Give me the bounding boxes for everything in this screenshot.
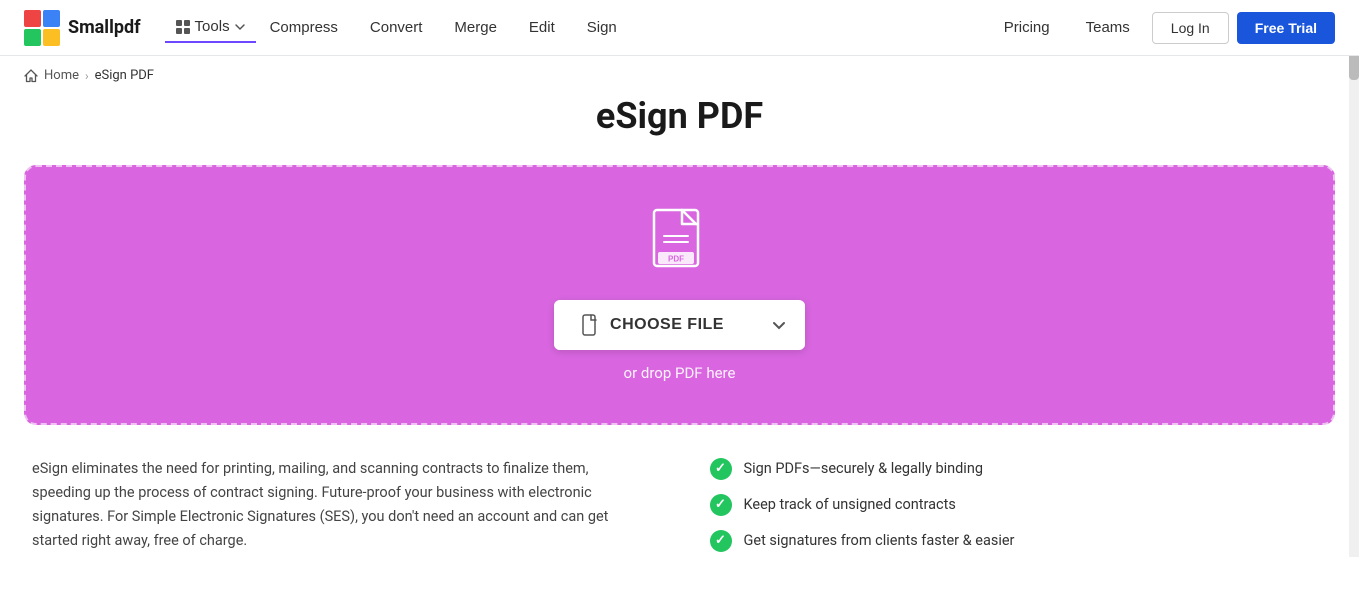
choose-file-label: CHOOSE FILE (610, 316, 724, 334)
drop-hint: or drop PDF here (624, 364, 736, 382)
drop-zone[interactable]: PDF CHOOSE FILE or drop PDF (24, 165, 1335, 425)
features-list: Sign PDFs—securely & legally binding Kee… (710, 457, 1328, 553)
file-icon (582, 314, 600, 336)
nav-convert[interactable]: Convert (356, 13, 437, 42)
description-text: eSign eliminates the need for printing, … (32, 457, 650, 553)
check-icon-1 (710, 458, 732, 480)
nav-teams[interactable]: Teams (1072, 13, 1144, 42)
feature-item-1: Sign PDFs—securely & legally binding (710, 458, 1328, 480)
nav-pricing[interactable]: Pricing (990, 13, 1064, 42)
nav-right: Pricing Teams Log In Free Trial (990, 12, 1335, 44)
main-content: eSign PDF PDF CHOOSE FILE (0, 95, 1359, 593)
page-title: eSign PDF (24, 95, 1335, 137)
nav-edit[interactable]: Edit (515, 13, 569, 42)
tools-menu-button[interactable]: Tools (165, 12, 256, 43)
home-icon (24, 69, 38, 83)
check-icon-2 (710, 494, 732, 516)
feature-text-1: Sign PDFs—securely & legally binding (744, 460, 983, 477)
breadcrumb-current: eSign PDF (95, 68, 154, 83)
feature-text-2: Keep track of unsigned contracts (744, 496, 956, 513)
main-nav: Compress Convert Merge Edit Sign (256, 13, 631, 42)
breadcrumb-separator: › (85, 69, 89, 83)
choose-file-button[interactable]: CHOOSE FILE (554, 300, 752, 350)
feature-text-3: Get signatures from clients faster & eas… (744, 532, 1015, 549)
login-button[interactable]: Log In (1152, 12, 1229, 44)
logo-text: Smallpdf (68, 17, 141, 38)
breadcrumb-home[interactable]: Home (44, 68, 79, 83)
breadcrumb: Home › eSign PDF (0, 56, 1359, 95)
nav-compress[interactable]: Compress (256, 13, 352, 42)
check-icon-3 (710, 530, 732, 552)
header: Smallpdf Tools Compress Convert Merge Ed… (0, 0, 1359, 56)
grid-icon (175, 19, 191, 35)
pdf-icon: PDF (652, 208, 708, 280)
choose-file-dropdown-button[interactable] (753, 303, 805, 347)
tools-label: Tools (195, 18, 230, 35)
logo[interactable]: Smallpdf (24, 10, 141, 46)
logo-icon (24, 10, 60, 46)
scrollbar[interactable] (1349, 0, 1359, 557)
feature-item-3: Get signatures from clients faster & eas… (710, 530, 1328, 552)
free-trial-button[interactable]: Free Trial (1237, 12, 1335, 44)
choose-file-row: CHOOSE FILE (554, 300, 805, 350)
chevron-down-icon (234, 21, 246, 33)
nav-merge[interactable]: Merge (440, 13, 511, 42)
svg-text:PDF: PDF (668, 255, 684, 264)
bottom-section: eSign eliminates the need for printing, … (24, 457, 1335, 553)
feature-item-2: Keep track of unsigned contracts (710, 494, 1328, 516)
nav-sign[interactable]: Sign (573, 13, 631, 42)
chevron-down-icon-2 (771, 317, 787, 333)
